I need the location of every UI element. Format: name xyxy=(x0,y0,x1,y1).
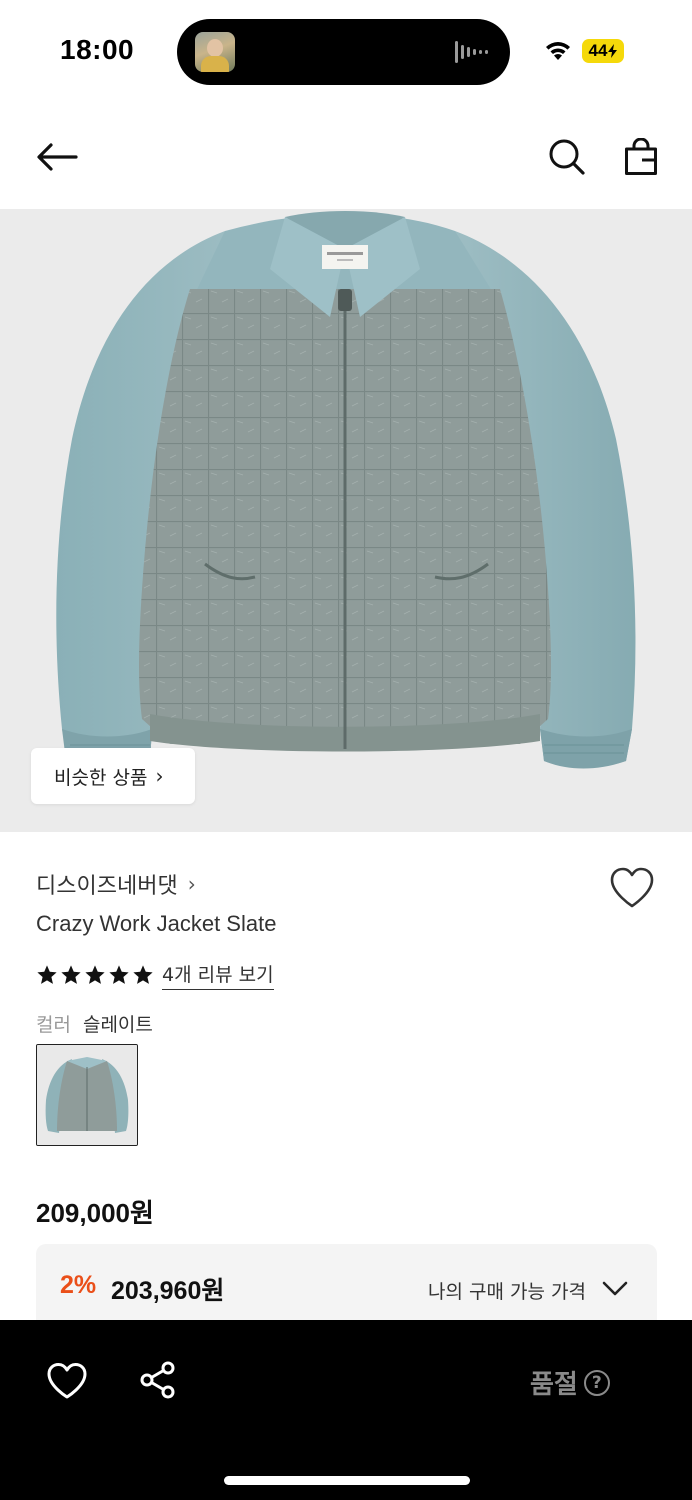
battery-charging-icon: 44 xyxy=(582,39,624,63)
color-row: 컬러 슬레이트 xyxy=(36,1010,153,1037)
wifi-icon xyxy=(546,42,570,60)
search-button[interactable] xyxy=(542,132,592,182)
star-icon xyxy=(109,965,129,984)
soldout-button[interactable]: 품절 ? xyxy=(530,1364,610,1401)
discounted-price: 203,960원 xyxy=(111,1277,225,1305)
similar-products-label: 비슷한 상품 xyxy=(54,766,148,789)
reviews-link[interactable]: 4개 리뷰 보기 xyxy=(162,960,274,990)
product-image-gallery[interactable]: 비슷한 상품 › xyxy=(0,209,692,832)
status-bar: 18:00 44 xyxy=(0,0,692,100)
share-icon[interactable] xyxy=(138,1360,178,1400)
color-value: 슬레이트 xyxy=(82,1014,153,1036)
top-navigation xyxy=(0,110,692,206)
soldout-label: 품절 xyxy=(530,1370,578,1400)
now-playing-artwork xyxy=(195,32,235,72)
audio-waveform-icon xyxy=(455,41,488,63)
star-icon xyxy=(85,965,105,984)
wishlist-heart-icon[interactable] xyxy=(608,866,656,910)
rating-row: 4개 리뷰 보기 xyxy=(36,960,274,990)
my-price-label: 나의 구매 가능 가격 xyxy=(428,1281,586,1303)
star-icon xyxy=(133,965,153,984)
color-label: 컬러 xyxy=(36,1014,71,1036)
star-icon xyxy=(61,965,81,984)
discount-rate: 2% xyxy=(60,1271,97,1299)
back-button[interactable] xyxy=(32,132,82,182)
rating-stars xyxy=(36,964,154,986)
status-time: 18:00 xyxy=(60,34,135,65)
search-icon xyxy=(549,139,585,175)
bottom-action-bar: 품절 ? xyxy=(0,1320,692,1500)
battery-level: 44 xyxy=(588,41,608,60)
cart-button[interactable] xyxy=(616,132,666,182)
home-indicator[interactable] xyxy=(224,1476,470,1485)
dynamic-island[interactable] xyxy=(177,19,510,85)
shopping-bag-icon xyxy=(625,138,657,175)
swatch-thumbnail xyxy=(37,1045,137,1145)
help-circle-icon[interactable]: ? xyxy=(583,1369,610,1396)
chevron-right-icon: › xyxy=(155,764,164,788)
heart-outline-icon[interactable] xyxy=(46,1362,88,1400)
brand-name: 디스이즈네버댓 xyxy=(36,874,178,899)
product-title: Crazy Work Jacket Slate xyxy=(36,911,277,936)
brand-link[interactable]: 디스이즈네버댓 › xyxy=(36,868,196,900)
chevron-right-icon: › xyxy=(187,872,196,896)
color-swatch-selected[interactable] xyxy=(36,1044,138,1146)
similar-products-button[interactable]: 비슷한 상품 › xyxy=(31,748,195,804)
original-price: 209,000원 xyxy=(36,1198,154,1228)
product-image xyxy=(56,211,636,769)
star-icon xyxy=(37,965,57,984)
chevron-down-icon xyxy=(602,1281,628,1296)
back-arrow-icon xyxy=(37,143,78,171)
